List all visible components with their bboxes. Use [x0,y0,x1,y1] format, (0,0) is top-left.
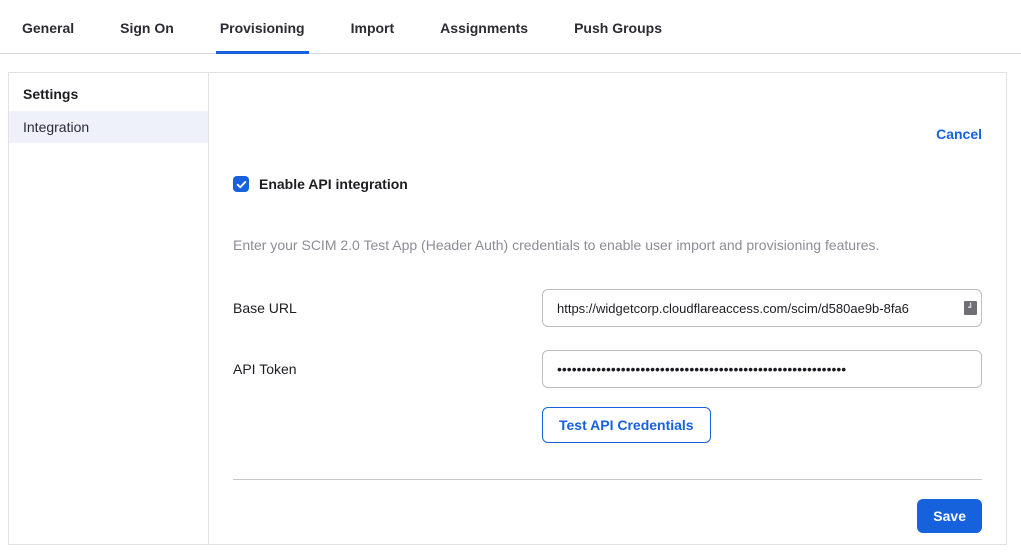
footer-divider [233,479,982,480]
base-url-label: Base URL [233,300,542,316]
tab-push-groups[interactable]: Push Groups [570,20,666,54]
integration-settings-form: Cancel Enable API integration Enter your… [209,73,1006,544]
credentials-description: Enter your SCIM 2.0 Test App (Header Aut… [233,237,982,253]
sidebar-item-integration[interactable]: Integration [9,111,208,143]
tab-import[interactable]: Import [347,20,399,54]
tab-sign-on[interactable]: Sign On [116,20,178,54]
api-token-input[interactable] [542,350,982,388]
save-button[interactable]: Save [917,499,982,533]
settings-sidebar: Settings Integration [9,73,209,544]
enable-api-integration-label: Enable API integration [259,176,408,192]
tab-assignments[interactable]: Assignments [436,20,532,54]
sidebar-heading: Settings [9,73,208,111]
provisioning-panel: Settings Integration Cancel Enable API i… [8,72,1007,545]
tab-provisioning[interactable]: Provisioning [216,20,309,54]
base-url-input[interactable] [542,289,982,327]
tab-bar: General Sign On Provisioning Import Assi… [0,0,1021,54]
enable-api-integration-checkbox[interactable] [233,176,249,192]
cancel-link[interactable]: Cancel [936,126,982,142]
api-token-label: API Token [233,361,542,377]
test-api-credentials-button[interactable]: Test API Credentials [542,407,711,443]
tab-general[interactable]: General [18,20,78,54]
checkmark-icon [236,179,247,190]
